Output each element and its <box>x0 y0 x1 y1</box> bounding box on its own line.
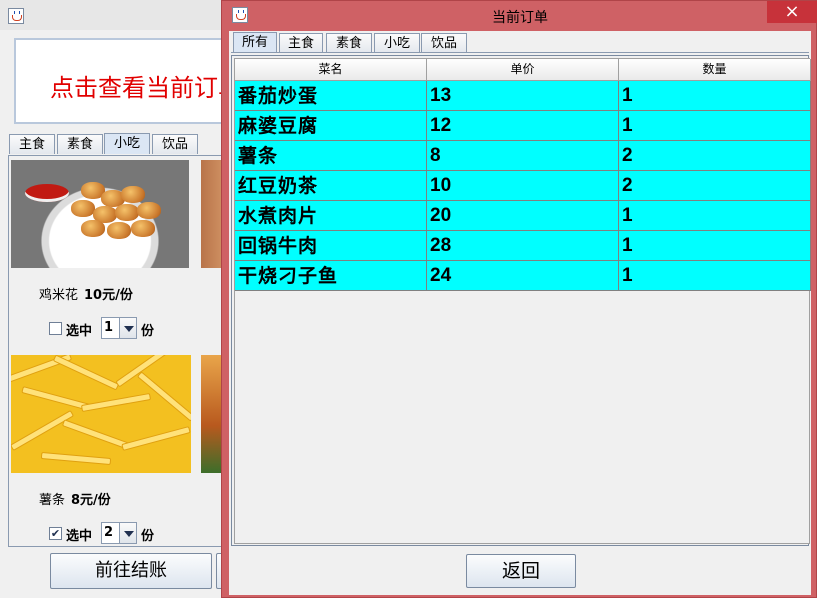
item-name: 薯条 <box>39 493 66 508</box>
close-button[interactable]: × <box>767 1 817 23</box>
main-menu-window: 点击查看当前订单 主食 素食 小吃 饮品 鸡米花 10元/份 选中 1 份 薯条… <box>0 0 236 598</box>
item-price: 10元/份 <box>84 288 133 303</box>
item-label-popcorn-chicken: 鸡米花 10元/份 <box>39 284 133 303</box>
item-label-french-fries: 薯条 8元/份 <box>39 489 111 508</box>
table-cell-quantity[interactable]: 1 <box>619 111 811 141</box>
french-fries-image <box>11 355 191 473</box>
close-icon: × <box>784 1 800 22</box>
order-table-panel: 菜名 单价 数量 番茄炒蛋 13 1 麻婆豆腐 12 1 薯条 8 2 红豆奶茶… <box>231 55 811 546</box>
tab-snacks[interactable]: 小吃 <box>374 33 420 53</box>
table-cell-price[interactable]: 20 <box>427 201 619 231</box>
view-order-banner[interactable]: 点击查看当前订单 <box>14 38 234 124</box>
table-cell-dish[interactable]: 番茄炒蛋 <box>235 81 427 111</box>
order-table: 菜名 单价 数量 番茄炒蛋 13 1 麻婆豆腐 12 1 薯条 8 2 红豆奶茶… <box>234 58 811 544</box>
table-cell-quantity[interactable]: 1 <box>619 261 811 291</box>
chevron-down-icon[interactable] <box>119 318 136 338</box>
tab-staple[interactable]: 主食 <box>279 33 323 53</box>
tab-divider <box>231 52 809 53</box>
tab-snacks[interactable]: 小吃 <box>104 133 150 154</box>
quantity-select-popcorn-chicken[interactable]: 1 <box>101 317 137 339</box>
select-label: 选中 <box>66 529 93 544</box>
java-icon <box>8 8 24 24</box>
quantity-value: 2 <box>104 525 114 540</box>
column-header-price[interactable]: 单价 <box>427 59 619 81</box>
select-checkbox-popcorn-chicken[interactable] <box>49 322 62 335</box>
tab-drinks[interactable]: 饮品 <box>152 134 198 154</box>
banner-text: 点击查看当前订单 <box>50 74 234 102</box>
item-price: 8元/份 <box>71 493 111 508</box>
dialog-titlebar[interactable]: 当前订单 × <box>222 1 817 31</box>
select-checkbox-french-fries[interactable]: ✔ <box>49 527 62 540</box>
table-cell-quantity[interactable]: 1 <box>619 201 811 231</box>
table-cell-dish[interactable]: 红豆奶茶 <box>235 171 427 201</box>
table-cell-price[interactable]: 13 <box>427 81 619 111</box>
table-cell-quantity[interactable]: 2 <box>619 141 811 171</box>
quantity-value: 1 <box>104 320 114 335</box>
current-order-dialog: 当前订单 × 所有 主食 素食 小吃 饮品 菜名 单价 数量 番茄炒蛋 13 1… <box>221 0 817 598</box>
return-button[interactable]: 返回 <box>466 554 576 588</box>
table-cell-quantity[interactable]: 1 <box>619 231 811 261</box>
table-cell-quantity[interactable]: 2 <box>619 171 811 201</box>
quantity-select-french-fries[interactable]: 2 <box>101 522 137 544</box>
tab-vegetarian[interactable]: 素食 <box>57 134 103 154</box>
select-label: 选中 <box>66 324 93 339</box>
table-cell-price[interactable]: 10 <box>427 171 619 201</box>
tab-vegetarian[interactable]: 素食 <box>326 33 372 53</box>
tab-all[interactable]: 所有 <box>233 32 277 53</box>
unit-label: 份 <box>141 324 155 339</box>
dialog-body: 所有 主食 素食 小吃 饮品 菜名 单价 数量 番茄炒蛋 13 1 麻婆豆腐 1… <box>229 31 811 595</box>
table-cell-dish[interactable]: 麻婆豆腐 <box>235 111 427 141</box>
table-cell-dish[interactable]: 回锅牛肉 <box>235 231 427 261</box>
column-header-dish[interactable]: 菜名 <box>235 59 427 81</box>
tab-staple[interactable]: 主食 <box>9 134 55 154</box>
table-cell-price[interactable]: 24 <box>427 261 619 291</box>
table-cell-dish[interactable]: 薯条 <box>235 141 427 171</box>
dialog-title: 当前订单 <box>492 10 548 26</box>
main-window-titlebar <box>0 0 230 30</box>
table-cell-quantity[interactable]: 1 <box>619 81 811 111</box>
column-header-quantity[interactable]: 数量 <box>619 59 811 81</box>
table-cell-price[interactable]: 12 <box>427 111 619 141</box>
chevron-down-icon[interactable] <box>119 523 136 543</box>
popcorn-chicken-image <box>11 160 189 268</box>
snacks-panel: 鸡米花 10元/份 选中 1 份 薯条 8元/份 ✔ 选中 2 份 <box>8 155 230 547</box>
checkout-button[interactable]: 前往结账 <box>50 553 212 589</box>
unit-label: 份 <box>141 529 155 544</box>
item-name: 鸡米花 <box>39 288 79 303</box>
table-cell-dish[interactable]: 水煮肉片 <box>235 201 427 231</box>
table-cell-dish[interactable]: 干烧刁子鱼 <box>235 261 427 291</box>
table-cell-price[interactable]: 28 <box>427 231 619 261</box>
table-cell-price[interactable]: 8 <box>427 141 619 171</box>
tab-drinks[interactable]: 饮品 <box>421 33 467 53</box>
